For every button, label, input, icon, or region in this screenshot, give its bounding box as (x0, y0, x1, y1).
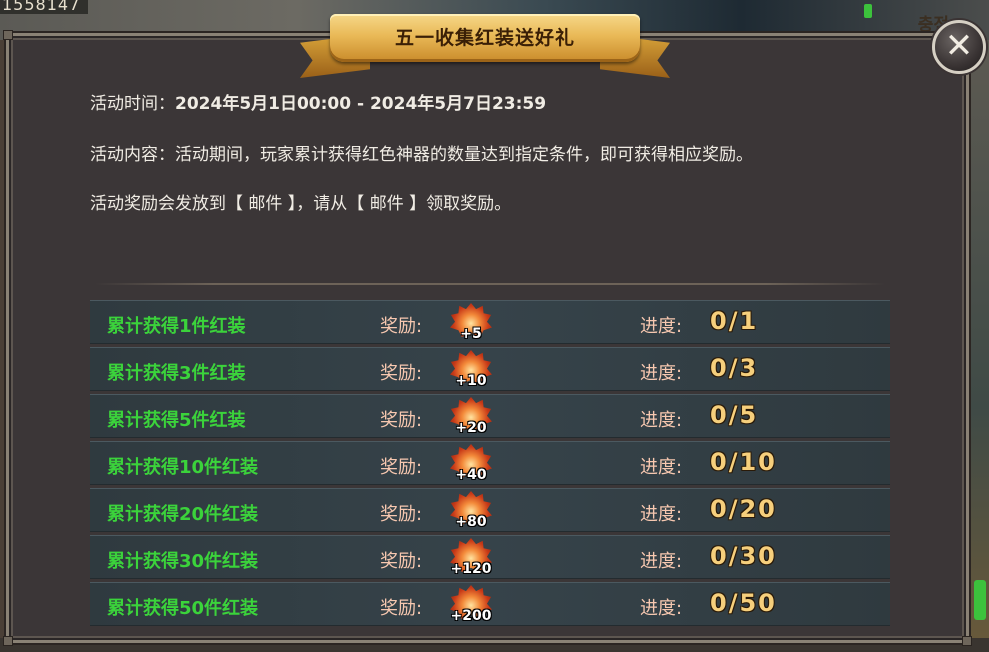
row-condition: 累计获得50件红装 (107, 598, 259, 619)
page-title: 五一收集红装送好礼 (394, 27, 575, 49)
event-content: 活动内容：活动期间，玩家累计获得红色神器的数量达到指定条件，即可获得相应奖励。 (90, 145, 753, 165)
close-button[interactable]: ✕ (932, 20, 986, 74)
progress-label: 进度: (640, 598, 683, 619)
divider (95, 283, 885, 285)
reward-row: 累计获得20件红装 奖励: +80 进度: 0/20 (90, 488, 890, 532)
progress-value: 0/30 (710, 542, 777, 570)
reward-row: 累计获得10件红装 奖励: +40 进度: 0/10 (90, 441, 890, 485)
reward-label: 奖励: (380, 410, 423, 431)
panel-corner (3, 30, 13, 40)
ribbon-banner: 五一收集红装送好礼 (330, 14, 640, 62)
red-flame-token-icon[interactable]: +40 (450, 444, 492, 484)
background-counter-text: 1558147 (0, 0, 89, 14)
red-flame-token-icon[interactable]: +10 (450, 350, 492, 390)
row-condition: 累计获得3件红装 (107, 363, 246, 384)
event-time: 活动时间：2024年5月1日00:00 - 2024年5月7日23:59 (90, 89, 546, 114)
reward-row: 累计获得50件红装 奖励: +200 进度: 0/50 (90, 582, 890, 626)
progress-value: 0/20 (710, 495, 777, 523)
reward-quantity: +200 (450, 608, 492, 624)
event-mail-note: 活动奖励会发放到【 邮件 】，请从【 邮件 】领取奖励。 (90, 194, 512, 214)
panel-corner (962, 636, 972, 646)
red-flame-token-icon[interactable]: +200 (450, 585, 492, 625)
reward-quantity: +20 (455, 420, 487, 436)
red-flame-token-icon[interactable]: +20 (450, 397, 492, 437)
background-green-indicator (864, 4, 872, 18)
red-flame-token-icon[interactable]: +80 (450, 491, 492, 531)
progress-label: 进度: (640, 410, 683, 431)
reward-label: 奖励: (380, 316, 423, 337)
reward-row: 累计获得30件红装 奖励: +120 进度: 0/30 (90, 535, 890, 579)
progress-label: 进度: (640, 504, 683, 525)
progress-label: 进度: (640, 551, 683, 572)
reward-label: 奖励: (380, 457, 423, 478)
reward-label: 奖励: (380, 551, 423, 572)
progress-value: 0/3 (710, 354, 759, 382)
red-flame-token-icon[interactable]: +120 (450, 538, 492, 578)
progress-value: 0/10 (710, 448, 777, 476)
red-flame-token-icon[interactable]: +5 (450, 303, 492, 343)
reward-quantity: +5 (460, 326, 482, 342)
reward-quantity: +10 (455, 373, 487, 389)
reward-label: 奖励: (380, 504, 423, 525)
progress-value: 0/5 (710, 401, 759, 429)
row-condition: 累计获得10件红装 (107, 457, 259, 478)
background-green-tab (974, 580, 986, 620)
progress-label: 进度: (640, 316, 683, 337)
progress-label: 进度: (640, 363, 683, 384)
progress-value: 0/1 (710, 307, 759, 335)
row-condition: 累计获得30件红装 (107, 551, 259, 572)
reward-label: 奖励: (380, 363, 423, 384)
reward-row: 累计获得3件红装 奖励: +10 进度: 0/3 (90, 347, 890, 391)
reward-quantity: +80 (455, 514, 487, 530)
progress-value: 0/50 (710, 589, 777, 617)
close-icon: ✕ (944, 26, 974, 66)
reward-row: 累计获得1件红装 奖励: +5 进度: 0/1 (90, 300, 890, 344)
title-ribbon: 五一收集红装送好礼 (300, 10, 670, 78)
reward-row: 累计获得5件红装 奖励: +20 进度: 0/5 (90, 394, 890, 438)
reward-quantity: +120 (450, 561, 492, 577)
event-time-label: 活动时间： (90, 94, 175, 114)
reward-quantity: +40 (455, 467, 487, 483)
row-condition: 累计获得5件红装 (107, 410, 246, 431)
event-time-value: 2024年5月1日00:00 - 2024年5月7日23:59 (175, 94, 547, 114)
panel-corner (3, 636, 13, 646)
progress-label: 进度: (640, 457, 683, 478)
reward-label: 奖励: (380, 598, 423, 619)
reward-list: 累计获得1件红装 奖励: +5 进度: 0/1 累计获得3件红装 奖励: +10… (90, 300, 890, 629)
row-condition: 累计获得1件红装 (107, 316, 246, 337)
game-background-right (971, 40, 989, 652)
row-condition: 累计获得20件红装 (107, 504, 259, 525)
